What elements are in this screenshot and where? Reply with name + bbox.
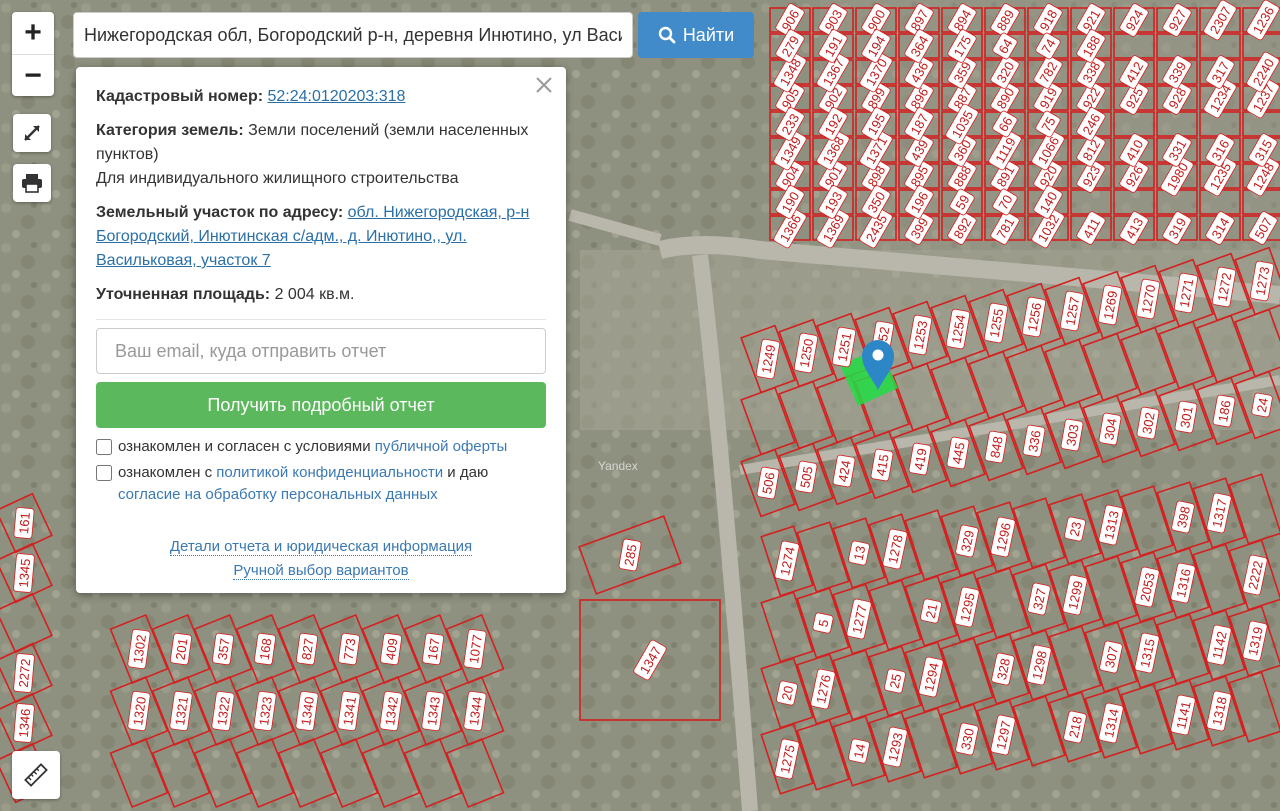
svg-text:1346: 1346 bbox=[16, 708, 33, 738]
svg-text:773: 773 bbox=[341, 637, 359, 661]
svg-text:21: 21 bbox=[923, 602, 941, 619]
get-report-button[interactable]: Получить подробный отчет bbox=[96, 382, 546, 428]
parcel-label: 2272 bbox=[13, 653, 35, 693]
area-value: 2 004 кв.м. bbox=[274, 286, 355, 303]
zoom-in-button[interactable]: + bbox=[12, 12, 54, 54]
cadastral-label: Кадастровый номер: bbox=[96, 88, 264, 105]
svg-text:201: 201 bbox=[173, 637, 191, 661]
cadastral-number-link[interactable]: 52:24:0120203:318 bbox=[268, 88, 406, 105]
search-button-label: Найти bbox=[682, 24, 735, 45]
search-icon bbox=[658, 26, 676, 44]
parcel-label: 167 bbox=[421, 632, 445, 666]
expand-icon bbox=[24, 125, 40, 141]
area-label: Уточненная площадь: bbox=[96, 286, 271, 303]
parcel-label: 5 bbox=[812, 612, 834, 634]
privacy-text-2: и даю bbox=[443, 464, 489, 481]
svg-text:13: 13 bbox=[851, 544, 869, 561]
parcel-label: 168 bbox=[253, 632, 277, 666]
search-button[interactable]: Найти bbox=[638, 12, 754, 58]
parcel-label: 827 bbox=[295, 632, 319, 666]
offer-link[interactable]: публичной оферты bbox=[375, 438, 508, 455]
consent-link[interactable]: согласие на обработку персональных данны… bbox=[118, 486, 438, 503]
email-field[interactable] bbox=[96, 328, 546, 374]
svg-text:167: 167 bbox=[425, 637, 443, 661]
printer-icon bbox=[22, 174, 42, 193]
svg-text:24: 24 bbox=[1254, 397, 1271, 414]
offer-checkbox[interactable] bbox=[96, 439, 112, 455]
search-input[interactable] bbox=[73, 12, 633, 58]
category-label: Категория земель: bbox=[96, 122, 244, 139]
svg-text:2272: 2272 bbox=[16, 658, 33, 688]
parcel-label: 161 bbox=[13, 507, 35, 539]
parcel-label: 1345 bbox=[13, 553, 35, 593]
svg-text:23: 23 bbox=[1067, 520, 1085, 537]
svg-text:14: 14 bbox=[851, 742, 869, 759]
svg-text:409: 409 bbox=[383, 637, 401, 661]
area-row: Уточненная площадь: 2 004 кв.м. bbox=[96, 283, 546, 307]
svg-text:827: 827 bbox=[299, 637, 317, 661]
divider bbox=[96, 319, 546, 320]
parcel-label: 24 bbox=[1251, 392, 1273, 418]
parcel-label: 409 bbox=[379, 632, 403, 666]
address-row: Земельный участок по адресу: обл. Нижего… bbox=[96, 201, 546, 273]
zoom-out-button[interactable]: − bbox=[12, 54, 54, 97]
svg-text:20: 20 bbox=[779, 684, 797, 701]
category-use: Для индивидуального жилищного строительс… bbox=[96, 170, 459, 187]
privacy-checkbox[interactable] bbox=[96, 465, 112, 481]
parcel-label: 1346 bbox=[13, 703, 35, 743]
ruler-icon bbox=[24, 763, 48, 787]
privacy-text: ознакомлен с bbox=[118, 464, 217, 481]
popup-footer-links: Детали отчета и юридическая информация Р… bbox=[76, 535, 566, 583]
svg-text:168: 168 bbox=[257, 637, 275, 661]
offer-text: ознакомлен и согласен с условиями bbox=[118, 438, 375, 455]
privacy-link[interactable]: политикой конфиденциальности bbox=[216, 464, 443, 481]
address-label: Земельный участок по адресу: bbox=[96, 204, 344, 221]
category-row: Категория земель: Земли поселений (земли… bbox=[96, 119, 546, 191]
details-link[interactable]: Детали отчета и юридическая информация bbox=[169, 538, 473, 556]
svg-text:25: 25 bbox=[887, 672, 905, 689]
svg-text:161: 161 bbox=[16, 512, 33, 535]
zoom-control: + − bbox=[12, 12, 54, 96]
offer-agreement: ознакомлен и согласен с условиями публич… bbox=[96, 436, 546, 458]
fullscreen-button[interactable] bbox=[13, 114, 51, 152]
parcel-label: 357 bbox=[211, 632, 235, 666]
parcel-info-popup: Кадастровый номер: 52:24:0120203:318 Кат… bbox=[76, 67, 566, 593]
privacy-agreement: ознакомлен с политикой конфиденциальност… bbox=[96, 462, 546, 506]
parcel-label: 201 bbox=[169, 632, 193, 666]
close-icon[interactable] bbox=[532, 73, 556, 97]
yandex-watermark: Yandex bbox=[598, 459, 638, 473]
svg-text:357: 357 bbox=[215, 637, 233, 661]
print-button[interactable] bbox=[13, 164, 51, 202]
svg-text:1345: 1345 bbox=[16, 558, 33, 588]
manual-selection-link[interactable]: Ручной выбор вариантов bbox=[233, 562, 409, 580]
parcel-label: 773 bbox=[337, 632, 361, 666]
ruler-button[interactable] bbox=[12, 751, 60, 799]
cadastral-row: Кадастровый номер: 52:24:0120203:318 bbox=[96, 85, 546, 109]
